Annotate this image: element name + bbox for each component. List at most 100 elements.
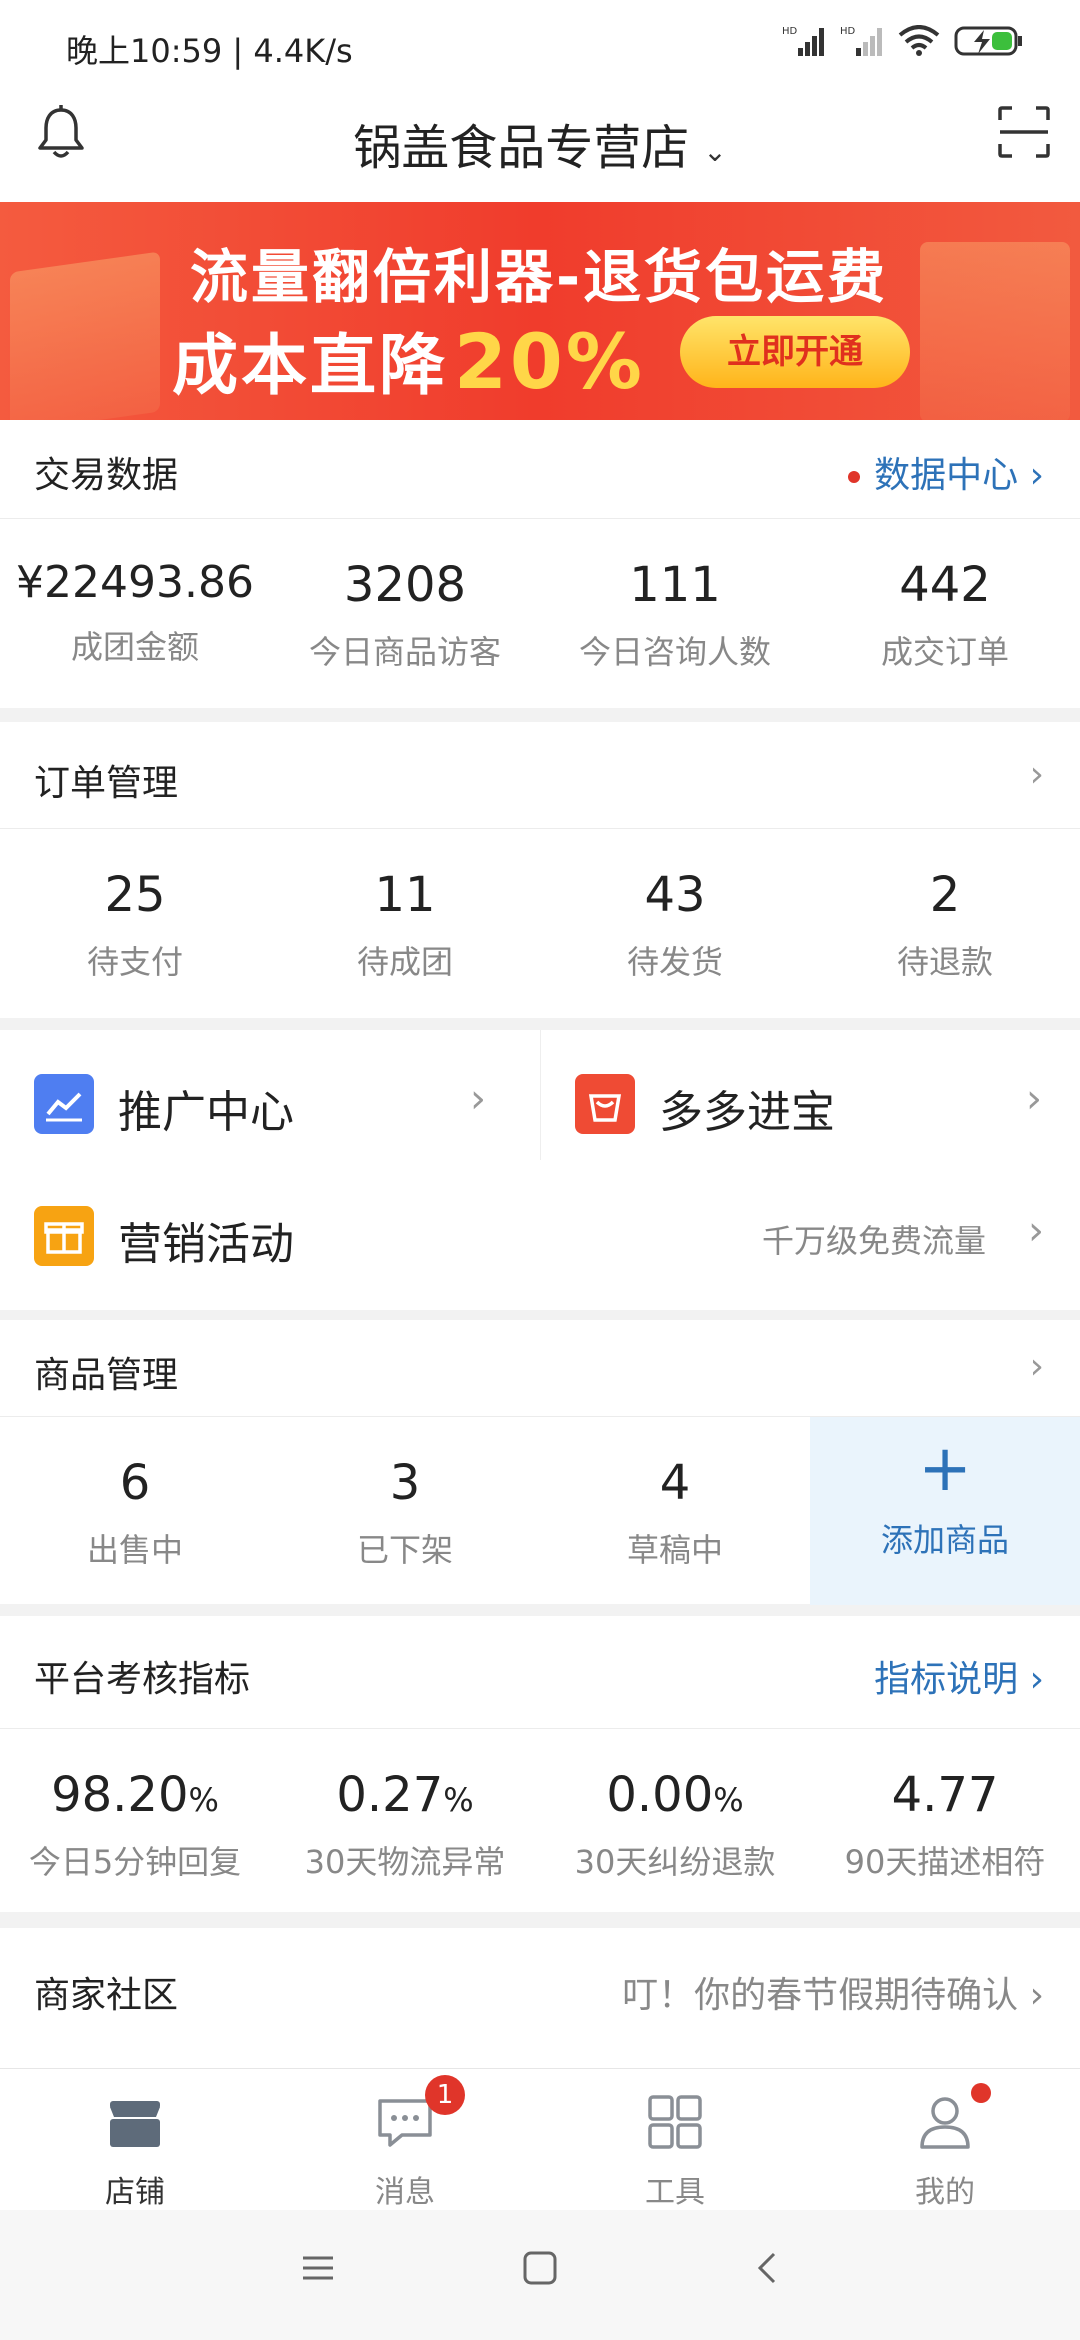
order-status-label: 待发货 xyxy=(626,943,723,981)
metric-value: 442 xyxy=(899,557,991,613)
indicator-value: 0.27% xyxy=(270,1767,540,1823)
status-bar: 晚上10:59 | 4.4K/s HD HD xyxy=(0,0,1080,90)
signal-icon: HD xyxy=(782,26,824,56)
duoduo-jinbao-entry[interactable]: 多多进宝 › xyxy=(541,1030,1080,1160)
metric-item[interactable]: 442 成交订单 xyxy=(810,519,1080,709)
indicator-value: 98.20% xyxy=(0,1767,270,1823)
order-metrics: 25 待支付 11 待成团 43 待发货 2 待退款 xyxy=(0,829,1080,1019)
indicator-item[interactable]: 0.27% 30天物流异常 xyxy=(270,1729,540,1913)
tab-messages[interactable]: 1 消息 xyxy=(270,2069,540,2211)
data-center-label: 数据中心 xyxy=(874,455,1019,496)
goods-management-title: 商品管理 xyxy=(34,1355,179,1396)
goods-status-item[interactable]: 3 已下架 xyxy=(270,1417,540,1605)
order-status-label: 待成团 xyxy=(356,943,453,981)
marketing-activity-label: 营销活动 xyxy=(118,1219,294,1270)
metric-label: 今日咨询人数 xyxy=(578,633,771,671)
system-navigation-bar xyxy=(0,2210,1080,2340)
platform-indicators-title: 平台考核指标 xyxy=(34,1659,251,1700)
order-management-title: 订单管理 xyxy=(34,763,179,804)
goods-management-header[interactable]: 商品管理 › xyxy=(0,1320,1080,1417)
bell-icon[interactable] xyxy=(36,104,86,160)
battery-icon xyxy=(954,26,1022,56)
signal-icon: HD xyxy=(840,26,882,56)
trade-data-card: 交易数据 数据中心 › ¥22493.86 成团金额 3208 今日商品访客 1… xyxy=(0,420,1080,708)
back-icon[interactable] xyxy=(750,2250,786,2286)
indicator-item[interactable]: 4.77 90天描述相符 xyxy=(810,1729,1080,1913)
profile-notification-dot xyxy=(971,2083,991,2103)
indicator-number: 0.00 xyxy=(606,1767,714,1823)
order-status-item[interactable]: 11 待成团 xyxy=(270,829,540,1019)
chevron-right-icon[interactable]: › xyxy=(1030,754,1044,795)
chevron-down-icon: ⌄ xyxy=(703,134,727,168)
platform-indicators-card: 平台考核指标 指标说明 › 98.20% 今日5分钟回复 0.27% 30天物流… xyxy=(0,1616,1080,1912)
message-badge: 1 xyxy=(425,2075,465,2115)
platform-indicators-header[interactable]: 平台考核指标 指标说明 › xyxy=(0,1616,1080,1729)
gift-box-icon xyxy=(34,1206,94,1266)
banner-headline: 流量翻倍利器-退货包运费 xyxy=(190,243,889,311)
merchant-community-header[interactable]: 商家社区 叮！你的春节假期待确认 › xyxy=(0,1928,1080,2056)
indicator-unit: % xyxy=(713,1781,744,1819)
order-count: 43 xyxy=(644,867,706,923)
indicator-item[interactable]: 98.20% 今日5分钟回复 xyxy=(0,1729,270,1913)
goods-count: 3 xyxy=(389,1455,421,1511)
chevron-right-icon[interactable]: › xyxy=(1030,1346,1044,1387)
community-notice-link[interactable]: 叮！你的春节假期待确认 › xyxy=(622,1966,1044,2018)
banner-open-button[interactable]: 立即开通 xyxy=(680,316,910,388)
goods-status-item[interactable]: 4 草稿中 xyxy=(540,1417,810,1605)
indicator-number: 0.27 xyxy=(336,1767,444,1823)
indicator-value: 0.00% xyxy=(540,1767,810,1823)
metric-item[interactable]: 3208 今日商品访客 xyxy=(270,519,540,709)
indicator-explain-label: 指标说明 xyxy=(874,1659,1019,1700)
indicator-unit: % xyxy=(443,1781,474,1819)
indicator-number: 4.77 xyxy=(891,1767,999,1823)
top-nav-bar: 锅盖食品专营店 ⌄ xyxy=(0,90,1080,202)
menu-icon[interactable] xyxy=(300,2250,336,2286)
indicator-explain-link[interactable]: 指标说明 › xyxy=(874,1650,1044,1702)
plus-icon: + xyxy=(918,1432,972,1506)
scan-icon[interactable] xyxy=(998,106,1050,158)
indicator-value: 4.77 xyxy=(810,1767,1080,1823)
banner-decoration xyxy=(920,242,1070,420)
order-status-item[interactable]: 2 待退款 xyxy=(810,829,1080,1019)
indicator-unit: % xyxy=(188,1781,219,1819)
promotion-center-entry[interactable]: 推广中心 › xyxy=(0,1030,541,1160)
data-center-link[interactable]: 数据中心 › xyxy=(848,446,1044,498)
tab-profile[interactable]: 我的 xyxy=(810,2069,1080,2211)
metric-item[interactable]: ¥22493.86 成团金额 xyxy=(0,519,270,709)
home-icon[interactable] xyxy=(522,2250,558,2286)
tab-store[interactable]: 店铺 xyxy=(0,2069,270,2211)
goods-status-item[interactable]: 6 出售中 xyxy=(0,1417,270,1605)
metric-item[interactable]: 111 今日咨询人数 xyxy=(540,519,810,709)
indicator-item[interactable]: 0.00% 30天纠纷退款 xyxy=(540,1729,810,1913)
status-icons: HD HD xyxy=(782,24,1024,58)
order-status-item[interactable]: 25 待支付 xyxy=(0,829,270,1019)
promo-banner[interactable]: 流量翻倍利器-退货包运费 成本直降20% 立即开通 xyxy=(0,202,1080,420)
user-icon xyxy=(920,2097,970,2149)
banner-subheadline-text: 成本直降 xyxy=(172,327,448,404)
order-status-label: 待支付 xyxy=(86,943,183,981)
metric-value: ¥22493.86 xyxy=(16,557,254,608)
chevron-right-icon: › xyxy=(470,1076,486,1122)
order-status-item[interactable]: 43 待发货 xyxy=(540,829,810,1019)
indicator-number: 98.20 xyxy=(51,1767,189,1823)
svg-text:HD: HD xyxy=(782,26,798,37)
order-management-card: 订单管理 › 25 待支付 11 待成团 43 待发货 2 待退款 xyxy=(0,722,1080,1018)
order-management-header[interactable]: 订单管理 › xyxy=(0,722,1080,829)
goods-count: 6 xyxy=(119,1455,151,1511)
bottom-nav: 店铺 1 消息 工具 我的 xyxy=(0,2068,1080,2211)
tab-messages-label: 消息 xyxy=(375,2175,435,2210)
metric-label: 成交订单 xyxy=(880,633,1009,671)
tab-tools[interactable]: 工具 xyxy=(540,2069,810,2211)
trade-data-header[interactable]: 交易数据 数据中心 › xyxy=(0,420,1080,519)
metric-label: 成团金额 xyxy=(70,628,199,666)
indicator-label: 30天物流异常 xyxy=(304,1843,506,1881)
indicator-label: 今日5分钟回复 xyxy=(28,1843,242,1881)
marketing-activity-entry[interactable]: 营销活动 千万级免费流量 › xyxy=(0,1162,1080,1292)
order-status-label: 待退款 xyxy=(896,943,993,981)
store-name: 锅盖食品专营店 xyxy=(353,120,690,176)
add-goods-button[interactable]: + 添加商品 xyxy=(810,1417,1080,1605)
store-selector[interactable]: 锅盖食品专营店 ⌄ xyxy=(0,108,1080,178)
goods-management-card: 商品管理 › 6 出售中 3 已下架 4 草稿中 + 添加商品 xyxy=(0,1320,1080,1605)
banner-subheadline: 成本直降20% xyxy=(172,312,645,408)
trend-chart-icon xyxy=(34,1074,94,1134)
